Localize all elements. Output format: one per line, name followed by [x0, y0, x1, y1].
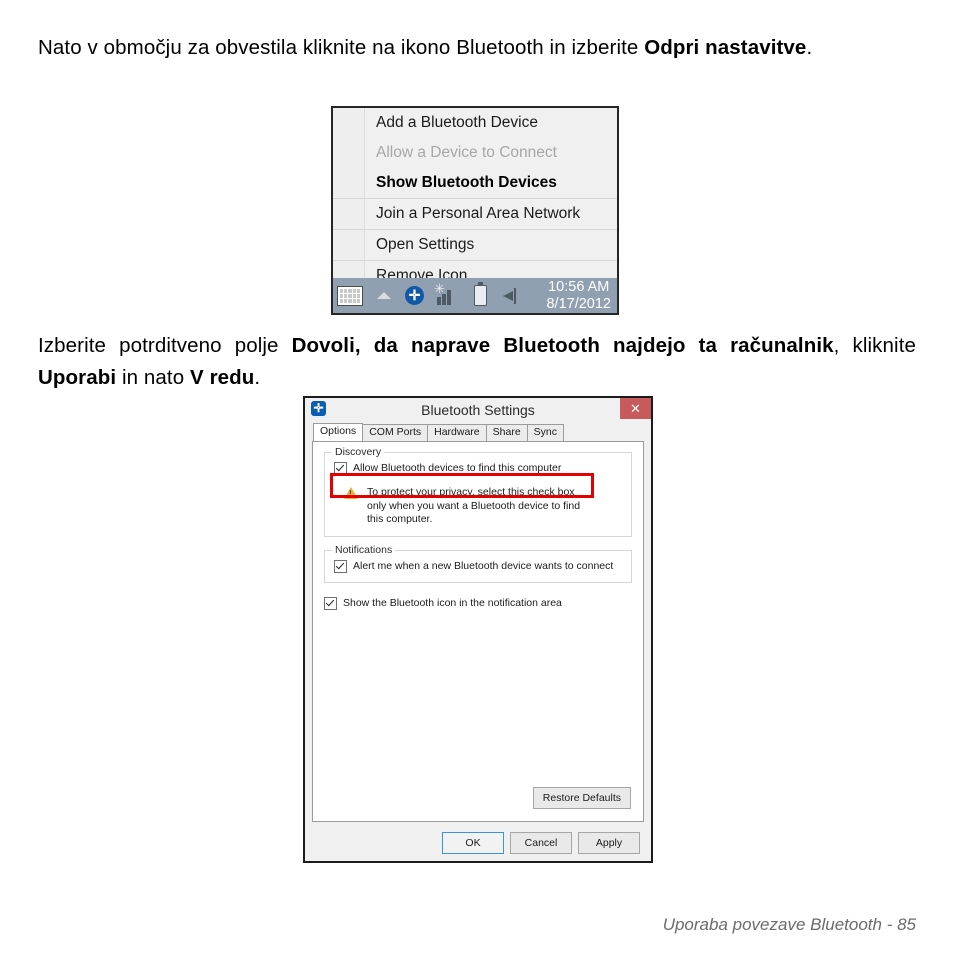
page-footer: Uporaba povezave Bluetooth - 85	[662, 915, 916, 934]
tab-options[interactable]: Options	[313, 423, 364, 441]
tab-com-ports[interactable]: COM Ports	[362, 424, 429, 441]
notifications-group: Notifications Alert me when a new Blueto…	[324, 543, 632, 583]
para2-bold-3: V redu	[190, 366, 255, 389]
instruction-paragraph-2: Izberite potrditveno polje Dovoli, da na…	[38, 330, 916, 394]
bluetooth-tray-context-menu[interactable]: Add a Bluetooth Device Allow a Device to…	[331, 106, 619, 293]
close-icon[interactable]: ✕	[620, 398, 651, 419]
dialog-button-bar: OK Cancel Apply	[305, 825, 651, 861]
notifications-group-label: Notifications	[332, 543, 396, 556]
network-signal-icon[interactable]: ✳	[434, 282, 457, 305]
taskbar-clock[interactable]: 10:56 AM 8/17/2012	[546, 279, 611, 313]
ok-button[interactable]: OK	[442, 832, 504, 854]
tab-hardware[interactable]: Hardware	[427, 424, 487, 441]
menu-group-3: Open Settings	[333, 229, 617, 260]
notification-area-taskbar[interactable]: ✛ ✳ 10:56 AM 8/17/2012	[331, 278, 619, 315]
menu-item-add-a-bluetooth-device[interactable]: Add a Bluetooth Device	[333, 108, 617, 138]
para1-bold-term: Odpri nastavitve	[644, 36, 807, 59]
show-hidden-icons-chevron-icon[interactable]	[377, 292, 391, 299]
clock-time: 10:56 AM	[548, 278, 610, 295]
show-tray-icon-checkbox[interactable]	[324, 596, 337, 610]
keyboard-icon[interactable]	[337, 285, 363, 306]
privacy-warning-row: To protect your privacy, select this che…	[334, 486, 622, 527]
volume-speaker-icon[interactable]	[503, 287, 520, 305]
allow-discovery-label: Allow Bluetooth devices to find this com…	[353, 462, 562, 474]
para1-text-after: .	[806, 36, 813, 59]
discovery-group: Discovery Allow Bluetooth devices to fin…	[324, 446, 632, 537]
bluetooth-icon: ✛	[311, 401, 326, 416]
menu-item-show-bluetooth-devices[interactable]: Show Bluetooth Devices	[333, 168, 617, 198]
alert-new-device-checkbox-row[interactable]: Alert me when a new Bluetooth device wan…	[334, 559, 622, 573]
dialog-tab-strip: Options COM Ports Hardware Share Sync	[305, 423, 651, 441]
menu-item-join-a-personal-area-network[interactable]: Join a Personal Area Network	[333, 199, 617, 229]
show-tray-icon-label: Show the Bluetooth icon in the notificat…	[343, 596, 562, 609]
show-tray-icon-checkbox-row[interactable]: Show the Bluetooth icon in the notificat…	[324, 596, 632, 610]
para2-bold-1: Dovoli, da naprave Bluetooth najdejo ta …	[291, 334, 834, 357]
tab-sync[interactable]: Sync	[526, 424, 565, 441]
para2-bold-2: Uporabi	[38, 366, 117, 389]
menu-item-open-settings[interactable]: Open Settings	[333, 230, 617, 260]
dialog-tab-panel-options: Discovery Allow Bluetooth devices to fin…	[312, 441, 644, 822]
warning-icon	[344, 487, 358, 499]
restore-defaults-button[interactable]: Restore Defaults	[532, 787, 631, 809]
para1-text-before: Nato v območju za obvestila kliknite na …	[38, 36, 645, 59]
tab-share[interactable]: Share	[485, 424, 528, 441]
para2-text-2: , kliknite	[833, 334, 916, 357]
menu-group-2: Join a Personal Area Network	[333, 198, 617, 229]
clock-date: 8/17/2012	[546, 295, 611, 312]
para2-text-3: in nato	[116, 366, 190, 389]
cancel-button[interactable]: Cancel	[510, 832, 572, 854]
discovery-group-label: Discovery	[332, 446, 385, 458]
bluetooth-settings-dialog: ✛ Bluetooth Settings ✕ Options COM Ports…	[303, 396, 653, 863]
apply-button[interactable]: Apply	[578, 832, 640, 854]
allow-discovery-checkbox-row[interactable]: Allow Bluetooth devices to find this com…	[334, 461, 622, 475]
bluetooth-icon[interactable]: ✛	[405, 286, 424, 305]
privacy-warning-text: To protect your privacy, select this che…	[367, 486, 581, 525]
dialog-title: Bluetooth Settings	[421, 402, 535, 418]
para2-text-1: Izberite potrditveno polje	[38, 334, 292, 357]
menu-group-1: Add a Bluetooth Device Allow a Device to…	[333, 108, 617, 198]
menu-item-allow-a-device-to-connect: Allow a Device to Connect	[376, 144, 557, 161]
alert-new-device-checkbox[interactable]	[334, 559, 347, 573]
alert-new-device-label: Alert me when a new Bluetooth device wan…	[353, 559, 614, 572]
battery-icon[interactable]	[474, 282, 487, 306]
allow-discovery-checkbox[interactable]	[334, 462, 347, 475]
para2-text-4: .	[254, 366, 261, 389]
instruction-paragraph-1: Nato v območju za obvestila kliknite na …	[38, 32, 916, 64]
dialog-title-bar: ✛ Bluetooth Settings ✕	[305, 398, 651, 424]
